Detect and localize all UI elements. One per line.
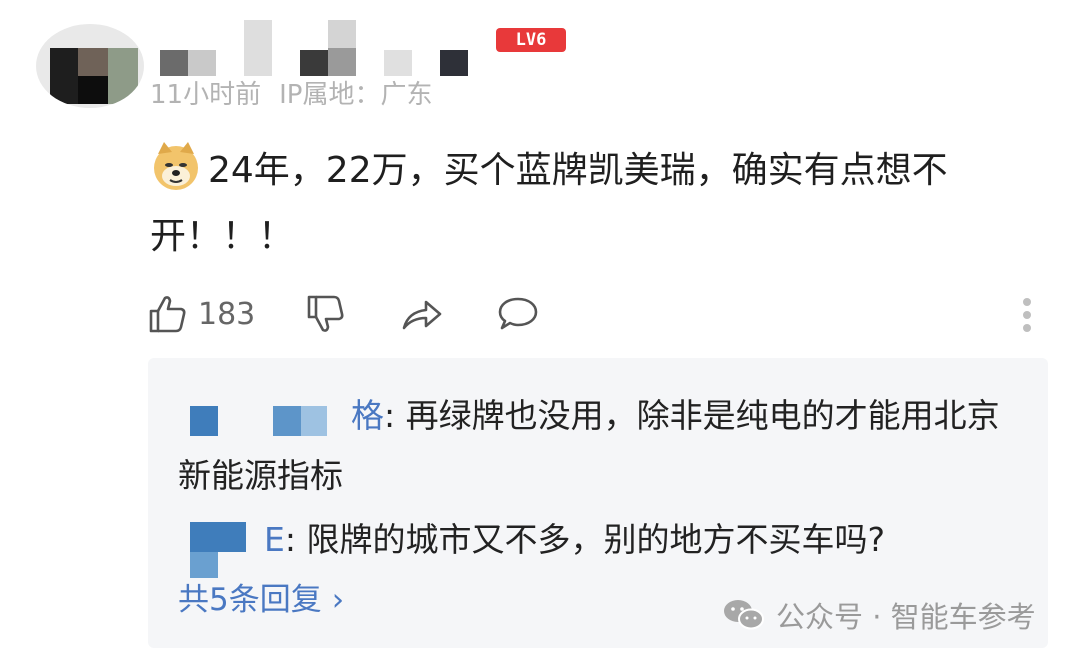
reply-item[interactable]: 格: 再绿牌也没用，除非是纯电的才能用北京新能源指标 [178, 386, 1028, 506]
doge-emoji-icon [154, 142, 198, 190]
share-arrow-icon [402, 300, 442, 330]
dislike-button[interactable] [306, 290, 346, 338]
watermark-text: 公众号 · 智能车参考 [776, 600, 1036, 634]
like-count: 183 [198, 296, 256, 332]
time-ago: 11小时前 [150, 80, 262, 110]
reply-text: : 再绿牌也没用，除非是纯电的才能用北京新能源指标 [178, 396, 1000, 495]
reply-author[interactable]: E [264, 520, 285, 559]
wechat-icon [724, 600, 764, 630]
thumbs-down-icon [307, 295, 344, 332]
more-replies-label: 共5条回复 [178, 582, 322, 618]
thumbs-up-icon [149, 296, 186, 333]
reply-text: : 限牌的城市又不多，别的地方不买车吗? [284, 520, 885, 559]
avatar-mosaic [78, 76, 108, 104]
reply-button[interactable] [496, 290, 540, 338]
watermark: 公众号 · 智能车参考 [722, 594, 1036, 636]
reply-item[interactable]: E: 限牌的城市又不多，别的地方不买车吗? [178, 510, 1028, 570]
username-mosaic[interactable] [160, 20, 470, 80]
level-badge: LV6 [496, 28, 566, 52]
speech-bubble-icon [498, 297, 538, 330]
view-more-replies-link[interactable]: 共5条回复 › [178, 578, 344, 622]
more-vertical-icon[interactable] [1022, 294, 1032, 334]
ip-location: IP属地：广东 [279, 80, 433, 110]
comment-meta: 11小时前 IP属地：广东 [150, 78, 432, 112]
chevron-right-icon: › [331, 582, 345, 618]
share-button[interactable] [400, 290, 444, 338]
avatar[interactable] [36, 24, 144, 108]
comment-body: 24年，22万，买个蓝牌凯美瑞，确实有点想不开！！！ [150, 138, 1040, 270]
reply-author[interactable]: 格 [351, 396, 384, 435]
avatar-mosaic [108, 48, 138, 104]
comment-actions: 183 [148, 290, 1048, 338]
like-button[interactable]: 183 [148, 290, 255, 338]
avatar-mosaic [50, 48, 78, 104]
avatar-mosaic [78, 48, 108, 76]
comment-text: 24年，22万，买个蓝牌凯美瑞，确实有点想不开！！！ [150, 150, 948, 257]
